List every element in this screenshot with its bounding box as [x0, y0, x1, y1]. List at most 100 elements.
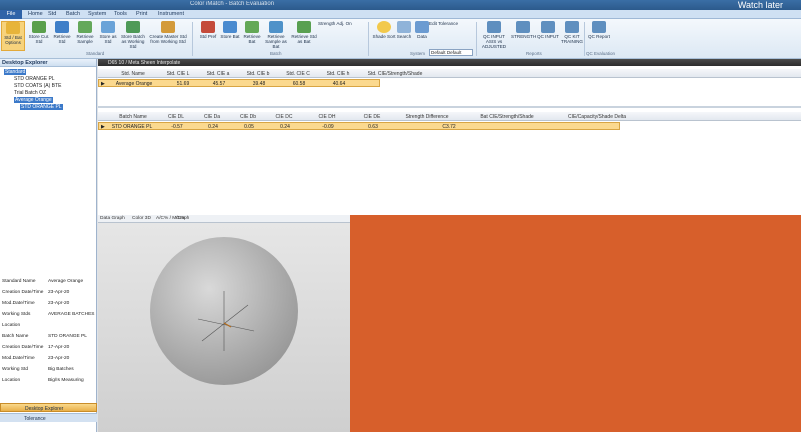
column-header[interactable]: Std. CIE h — [318, 71, 358, 77]
group-batch: Batch — [270, 51, 282, 56]
retrieve-std-button[interactable]: Retrieve Std — [50, 21, 74, 51]
lightbulb-icon — [377, 21, 391, 33]
tab-color-3d[interactable]: Color 3D — [132, 216, 151, 221]
batch-grid-header: Batch Name CIE DL CIE Da CIE Db CIE DC C… — [98, 112, 801, 121]
pref-icon — [201, 21, 215, 33]
tab-file[interactable]: File — [0, 10, 22, 19]
ribbon-separator — [476, 22, 477, 56]
retrieve-sample-as-bat-button[interactable]: Retrieve Sample as Bat — [262, 21, 290, 51]
report-icon — [565, 21, 579, 33]
std-pref-button[interactable]: Std Pref — [196, 21, 220, 51]
tab-data-graph[interactable]: Data Graph — [100, 216, 125, 221]
column-header[interactable]: Std. CIE b — [238, 71, 278, 77]
retrieve-bat-icon — [245, 21, 259, 33]
search-icon — [397, 21, 411, 33]
column-header[interactable]: CIE DL — [158, 114, 194, 120]
tab-instrument[interactable]: Instrument — [158, 11, 184, 17]
qc-input-asis-button[interactable]: QC INPUT ASIS vs ADJUSTED — [478, 21, 510, 51]
strength-adj-checkbox[interactable]: Strength Adj. On — [318, 21, 352, 26]
group-reports: Reports — [526, 51, 542, 56]
main-panel: D65 10 / Meta Sheen Interpolate Std. Nam… — [98, 59, 801, 432]
master-icon — [161, 21, 175, 33]
store-batch-working-std-button[interactable]: Store Batch as Working Std — [119, 21, 147, 51]
tab-graph[interactable]: Graph — [176, 216, 189, 221]
tree-item-selected[interactable]: STD ORANGE PL — [20, 104, 63, 110]
desktop-explorer: Desktop Explorer Standard STD ORANGE PL … — [0, 59, 97, 432]
tab-print[interactable]: Print — [136, 11, 147, 17]
save-icon — [101, 21, 115, 33]
table-row[interactable]: ▶ Average Orange 51.69 45.57 39.48 60.58… — [98, 79, 380, 87]
tab-system[interactable]: System — [88, 11, 106, 17]
column-header[interactable]: Batch Name — [108, 114, 158, 120]
column-header[interactable]: Std. CIE/Strength/Shade — [360, 71, 430, 77]
splitter[interactable] — [98, 106, 801, 108]
std-bat-icon — [297, 21, 311, 33]
qc-kit-training-button[interactable]: QC KIT TRAINING — [560, 21, 584, 51]
ribbon-separator — [192, 22, 193, 56]
column-header[interactable]: CIE DE — [352, 114, 392, 120]
axis-lines — [197, 291, 255, 351]
report-icon — [516, 21, 530, 33]
row-pointer-icon: ▶ — [101, 124, 105, 130]
std-bat-options-button[interactable]: Std / Bat Options — [1, 21, 25, 51]
tab-std[interactable]: Std — [48, 11, 56, 17]
tab-batch[interactable]: Batch — [66, 11, 80, 17]
create-master-std-button[interactable]: Create Master Std from Working Std — [148, 21, 188, 51]
table-row[interactable]: ▶ STD ORANGE PL -0.57 0.24 0.05 0.24 -0.… — [98, 122, 620, 130]
qc-input-button[interactable]: QC INPUT — [536, 21, 560, 51]
column-header[interactable]: CIE Db — [230, 114, 266, 120]
ribbon-separator — [368, 22, 369, 56]
tree-item[interactable]: STD ORANGE PL — [14, 76, 55, 82]
store-cur-std-button[interactable]: Store Cur. Std — [27, 21, 51, 51]
retrieve-sample-button[interactable]: Retrieve Sample — [73, 21, 97, 51]
column-header[interactable]: Std. CIE L — [158, 71, 198, 77]
tree-item-selected[interactable]: Average Orange — [14, 97, 53, 103]
ribbon-tabs: File Home Std Batch System Tools Print I… — [0, 10, 801, 19]
batch-icon — [126, 21, 140, 33]
tree-item[interactable]: Trial Batch OZ — [14, 90, 46, 96]
column-header[interactable]: CIE DC — [266, 114, 302, 120]
sample-icon — [78, 21, 92, 33]
column-header[interactable]: Std. CIE a — [198, 71, 238, 77]
strength-button[interactable]: STRENGTH — [511, 21, 536, 51]
sample-bat-icon — [269, 21, 283, 33]
watch-later-button[interactable]: Watch later — [738, 0, 783, 10]
tab-home[interactable]: Home — [28, 11, 43, 17]
tree-item[interactable]: STD COATS (A) BTE — [14, 83, 61, 89]
edit-tolerance-button[interactable]: Edit Tolerance — [429, 21, 458, 26]
store-bat-button[interactable]: Store Bat — [218, 21, 242, 51]
nav-desktop-explorer[interactable]: Desktop Explorer — [0, 403, 97, 412]
report-icon — [541, 21, 555, 33]
illuminant-select[interactable]: Default Default — [429, 49, 473, 56]
column-header[interactable]: Bat CIE/Strength/Shade — [462, 114, 552, 120]
report-icon — [487, 21, 501, 33]
row-pointer-icon: ▶ — [101, 81, 105, 87]
ribbon: Std / Bat Options Store Cur. Std Retriev… — [0, 19, 801, 59]
data-icon — [415, 21, 429, 33]
tree-item-standard[interactable]: Standard — [4, 69, 27, 75]
retrieve-bat-button[interactable]: Retrieve Bat — [240, 21, 264, 51]
report-icon — [592, 21, 606, 33]
store-bat-icon — [223, 21, 237, 33]
properties-panel: Standard Name Average Orange Creation Dat… — [2, 279, 95, 383]
color-3d-view[interactable] — [98, 223, 350, 432]
nav-tolerance[interactable]: Tolerance — [0, 413, 97, 422]
sample-color-swatch — [350, 215, 801, 432]
group-qc-evaluation: QC Evaluation — [586, 51, 616, 56]
column-header[interactable]: CIE/Capacity/Shade Delta — [552, 114, 642, 120]
column-header[interactable]: Strength Difference — [392, 114, 462, 120]
store-icon — [32, 21, 46, 33]
group-standard: Standard — [86, 51, 105, 56]
options-icon — [6, 22, 20, 34]
column-header[interactable]: Std. CIE C — [278, 71, 318, 77]
tab-tools[interactable]: Tools — [114, 11, 127, 17]
column-header[interactable]: Std. Name — [108, 71, 158, 77]
store-as-std-button[interactable]: Store as Std — [96, 21, 120, 51]
retrieve-std-as-bat-button[interactable]: Retrieve Std as Bat — [291, 21, 317, 51]
qc-report-button[interactable]: QC Report — [587, 21, 611, 51]
std-grid-header: Std. Name Std. CIE L Std. CIE a Std. CIE… — [98, 69, 801, 78]
ribbon-separator — [584, 22, 585, 56]
column-header[interactable]: CIE DH — [302, 114, 352, 120]
window-title: Color iMatch - Batch Evaluation — [190, 1, 275, 7]
column-header[interactable]: CIE Da — [194, 114, 230, 120]
